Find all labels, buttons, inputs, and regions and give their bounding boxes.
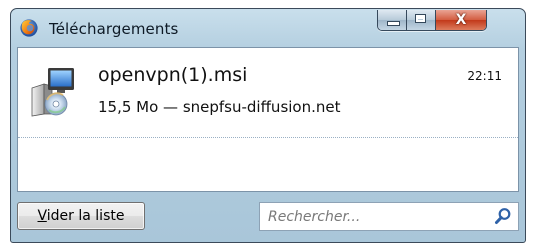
clear-list-label: ider la liste [46, 208, 125, 224]
title-bar[interactable]: Téléchargements X [11, 9, 525, 45]
downloads-list[interactable]: openvpn(1).msi 22:11 15,5 Mo — snepfsu-d… [17, 47, 519, 192]
maximize-button[interactable] [407, 10, 436, 30]
minimize-button[interactable] [378, 10, 407, 30]
search-icon[interactable] [494, 207, 512, 225]
download-details: 15,5 Mo — snepfsu-diffusion.net [98, 98, 341, 116]
download-item[interactable]: openvpn(1).msi 22:11 15,5 Mo — snepfsu-d… [18, 48, 518, 138]
search-box[interactable] [259, 202, 519, 231]
minimize-icon [387, 21, 400, 26]
download-time: 22:11 [467, 69, 502, 83]
clear-list-button[interactable]: Vider la liste [17, 202, 145, 230]
download-filename[interactable]: openvpn(1).msi [98, 64, 247, 86]
window-title: Téléchargements [49, 20, 179, 38]
msi-installer-icon [31, 68, 74, 117]
close-icon: X [455, 12, 467, 28]
clear-list-accelerator: V [37, 208, 47, 224]
search-input[interactable] [260, 203, 488, 230]
maximize-icon [415, 14, 426, 23]
firefox-icon [20, 19, 38, 37]
downloads-window: Téléchargements X openvpn(1).msi 22:11 1… [10, 8, 526, 243]
close-button[interactable]: X [436, 10, 486, 30]
footer-bar: Vider la liste [11, 195, 525, 242]
window-controls: X [377, 10, 487, 31]
